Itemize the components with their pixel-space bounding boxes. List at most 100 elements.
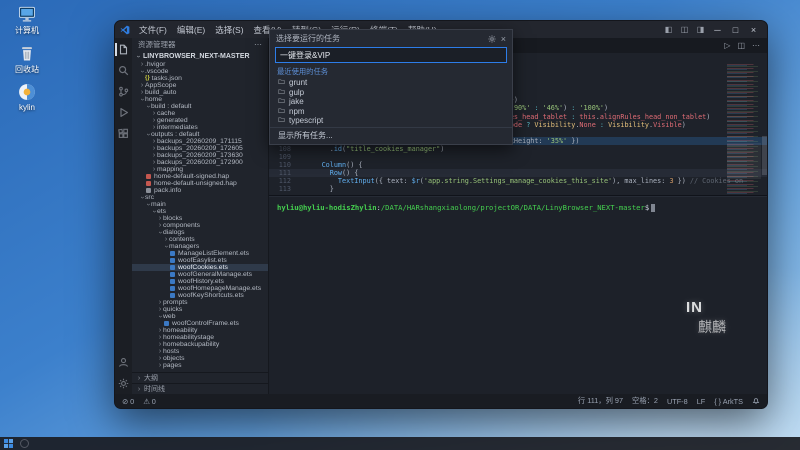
tree-item-.vscode[interactable]: › .vscode [132,68,268,75]
desktop-icon-computer[interactable]: 计算机 [2,4,52,36]
tree-item-backups_20260209_173630[interactable]: › backups_20260209_173630 [132,152,268,159]
status-item[interactable]: UTF-8 [667,397,688,406]
tree-item-backups_20260209_172605[interactable]: › backups_20260209_172605 [132,145,268,152]
desktop-icon-kylin-home[interactable]: kylin [2,82,52,112]
tree-item-cache[interactable]: › cache [132,110,268,117]
quickpick-close-icon[interactable]: × [501,34,506,44]
minimize-button[interactable]: ─ [709,25,726,35]
editor-scrollbar[interactable] [762,64,767,195]
tree-item-woofGeneralManage.ets[interactable]: woofGeneralManage.ets [132,271,268,278]
status-problems[interactable]: ⚠ 0 [143,397,156,406]
quickpick-input[interactable]: 一键登录&VIP [275,47,507,63]
terminal-panel[interactable]: hyliu@hyliu-hodisZhylin:/DATA/HARshangxi… [269,196,767,394]
file-tree: › .hvigor › .vscode{} tasks.json › AppScope › bu… [132,61,268,372]
tree-item-woofKeyShortcuts.ets[interactable]: woofKeyShortcuts.ets [132,292,268,299]
layout-sidebar-icon[interactable]: ◧ [661,25,676,34]
chevron-down-icon: › [144,203,152,206]
close-button[interactable]: × [745,25,762,35]
tree-item-blocks[interactable]: › blocks [132,215,268,222]
run-debug-icon[interactable] [117,106,130,119]
tree-item-src[interactable]: › src [132,194,268,201]
tree-item-home[interactable]: › home [132,96,268,103]
explorer-more-icon[interactable]: ⋯ [254,40,262,49]
tree-item-home-default-signed.hap[interactable]: home-default-signed.hap [132,173,268,180]
sidebar-section-时间线[interactable]: › 时间线 [132,383,268,394]
more-actions-icon[interactable]: ⋯ [752,41,760,50]
tree-item-home-default-unsigned.hap[interactable]: home-default-unsigned.hap [132,180,268,187]
tree-item-AppScope[interactable]: › AppScope [132,82,268,89]
run-icon[interactable]: ▷ [724,41,730,50]
tree-item-contents[interactable]: › contents [132,236,268,243]
account-icon[interactable] [117,356,130,369]
layout-secondary-icon[interactable]: ◨ [693,25,708,34]
tree-item-intermediates[interactable]: › intermediates [132,124,268,131]
tree-item-components[interactable]: › components [132,222,268,229]
tree-item-ets[interactable]: › ets [132,208,268,215]
tree-item-backups_20260209_171115[interactable]: › backups_20260209_171115 [132,138,268,145]
settings-icon[interactable] [117,377,130,390]
editor-scrollbar-thumb[interactable] [762,136,767,176]
bell-icon[interactable] [752,397,760,405]
tree-item-woofControlFrame.ets[interactable]: woofControlFrame.ets [132,320,268,327]
gear-icon[interactable] [488,34,496,43]
tree-item-.hvigor[interactable]: › .hvigor [132,61,268,68]
project-root-row[interactable]: › LINYBROWSER_NEXT-MASTER [132,51,268,61]
tree-item-homeability[interactable]: › homeability [132,327,268,334]
tree-item-backups_20260209_172900[interactable]: › backups_20260209_172900 [132,159,268,166]
tree-item-managers[interactable]: › managers [132,243,268,250]
minimap[interactable] [727,64,761,195]
quickpick-item-label: typescript [289,116,324,126]
menu-item-选择(S)[interactable]: 选择(S) [210,24,248,36]
minimap-slider[interactable] [727,142,761,180]
menu-item-文件(F)[interactable]: 文件(F) [134,24,172,36]
tree-item-woofCookies.ets[interactable]: woofCookies.ets [132,264,268,271]
quickpick-item-grunt[interactable]: grunt [270,78,512,88]
tree-item-quicks[interactable]: › quicks [132,306,268,313]
start-button[interactable] [4,439,13,448]
tree-item-pack.info[interactable]: pack.info [132,187,268,194]
tree-item-woofHistory.ets[interactable]: woofHistory.ets [132,278,268,285]
quickpick-show-all-item[interactable]: 显示所有任务... [270,126,512,144]
extensions-icon[interactable] [117,127,130,140]
quickpick-item-jake[interactable]: jake [270,97,512,107]
tree-item-generated[interactable]: › generated [132,117,268,124]
tree-item-web[interactable]: › web [132,313,268,320]
status-item[interactable]: { } ArkTS [714,397,743,406]
tree-item-prompts[interactable]: › prompts [132,299,268,306]
sidebar-section-大纲[interactable]: › 大纲 [132,372,268,383]
tree-item-pages[interactable]: › pages [132,362,268,369]
tree-item-mapping[interactable]: › mapping [132,166,268,173]
desktop-icon-recycle-bin[interactable]: 回收站 [2,43,52,75]
tree-item-dialogs[interactable]: › dialogs [132,229,268,236]
tree-item-homebackupability[interactable]: › homebackupability [132,341,268,348]
tree-item-ManageListElement.ets[interactable]: ManageListElement.ets [132,250,268,257]
taskbar-search-icon[interactable] [20,439,29,448]
layout-panel-icon[interactable]: ◫ [677,25,692,34]
source-control-icon[interactable] [117,85,130,98]
explorer-icon[interactable] [117,43,130,56]
search-icon[interactable] [117,64,130,77]
menu-item-编辑(E)[interactable]: 编辑(E) [172,24,210,36]
quickpick-item-npm[interactable]: npm [270,107,512,117]
token: : [567,104,580,113]
tree-item-build_auto[interactable]: › build_auto [132,89,268,96]
ets-file-icon [170,272,175,277]
tree-item-tasks.json[interactable]: {} tasks.json [132,75,268,82]
tree-item-build : default[interactable]: › build : default [132,103,268,110]
split-editor-icon[interactable]: ◫ [737,41,745,50]
tree-item-outputs : default[interactable]: › outputs : default [132,131,268,138]
maximize-button[interactable]: □ [727,25,744,35]
tree-item-objects[interactable]: › objects [132,355,268,362]
quickpick-item-typescript[interactable]: typescript [270,116,512,126]
tree-item-hosts[interactable]: › hosts [132,348,268,355]
tree-item-woofHomepageManage.ets[interactable]: woofHomepageManage.ets [132,285,268,292]
status-problems[interactable]: ⊘ 0 [122,397,134,406]
tree-item-homeabilitystage[interactable]: › homeabilitystage [132,334,268,341]
quickpick-item-gulp[interactable]: gulp [270,88,512,98]
token: this [579,112,596,121]
status-item[interactable]: 行 111，列 97 [578,396,623,406]
tree-item-woofEasylist.ets[interactable]: woofEasylist.ets [132,257,268,264]
tree-item-main[interactable]: › main [132,201,268,208]
status-item[interactable]: 空格：2 [632,396,658,406]
status-item[interactable]: LF [697,397,706,406]
